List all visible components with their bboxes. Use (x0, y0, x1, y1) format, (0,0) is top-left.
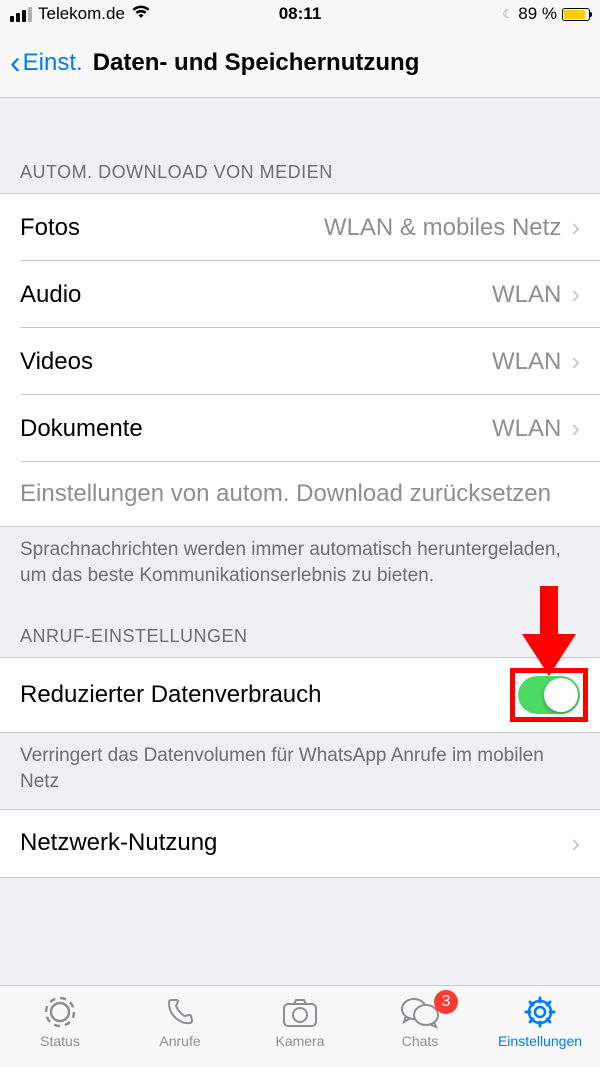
row-value: WLAN (492, 281, 561, 309)
row-label: Dokumente (20, 415, 143, 443)
tab-status[interactable]: Status (0, 994, 120, 1049)
chevron-right-icon: › (571, 413, 580, 444)
tab-chats[interactable]: 3 Chats (360, 994, 480, 1049)
tab-label: Anrufe (159, 1033, 200, 1049)
tab-einstellungen[interactable]: Einstellungen (480, 994, 600, 1049)
row-label: Reduzierter Datenverbrauch (20, 681, 322, 709)
status-right: ☾ 89 % (502, 4, 590, 24)
media-download-list: Fotos WLAN & mobiles Netz › Audio WLAN ›… (0, 193, 600, 527)
section-header-media: AUTOM. DOWNLOAD VON MEDIEN (0, 138, 600, 193)
tab-anrufe[interactable]: Anrufe (120, 994, 240, 1049)
tab-kamera[interactable]: Kamera (240, 994, 360, 1049)
battery-icon (562, 8, 590, 21)
row-reset-download[interactable]: Einstellungen von autom. Download zurück… (0, 462, 600, 526)
call-settings-list: Reduzierter Datenverbrauch (0, 657, 600, 733)
do-not-disturb-icon: ☾ (502, 7, 513, 21)
row-videos[interactable]: Videos WLAN › (0, 328, 600, 395)
chats-badge: 3 (434, 990, 458, 1014)
toggle-container (518, 676, 580, 714)
chevron-right-icon: › (571, 212, 580, 243)
back-label: Einst. (23, 49, 83, 77)
tab-label: Chats (402, 1033, 439, 1049)
row-value: WLAN (492, 415, 561, 443)
gear-icon (523, 994, 557, 1030)
row-label: Audio (20, 281, 81, 309)
wifi-icon (131, 4, 151, 24)
row-dokumente[interactable]: Dokumente WLAN › (0, 395, 600, 462)
row-label: Fotos (20, 214, 80, 242)
section-footer-calls: Verringert das Datenvolumen für WhatsApp… (0, 733, 600, 808)
back-button[interactable]: ‹ Einst. (10, 44, 83, 81)
tab-bar: Status Anrufe Kamera 3 Chats Einstellung… (0, 985, 600, 1067)
row-label: Videos (20, 348, 93, 376)
row-label: Netzwerk-Nutzung (20, 829, 217, 857)
status-left: Telekom.de (10, 4, 151, 24)
page-title: Daten- und Speichernutzung (93, 49, 420, 77)
carrier-label: Telekom.de (38, 4, 125, 24)
tab-label: Status (40, 1033, 80, 1049)
section-header-calls: ANRUF-EINSTELLUNGEN (0, 602, 600, 657)
tab-label: Einstellungen (498, 1033, 582, 1049)
row-reduced-data[interactable]: Reduzierter Datenverbrauch (0, 658, 600, 732)
chevron-right-icon: › (571, 279, 580, 310)
battery-percent: 89 % (518, 4, 557, 24)
status-icon (43, 994, 77, 1030)
row-fotos[interactable]: Fotos WLAN & mobiles Netz › (0, 194, 600, 261)
row-network-usage[interactable]: Netzwerk-Nutzung › (0, 810, 600, 877)
row-value: WLAN (492, 348, 561, 376)
status-bar: Telekom.de 08:11 ☾ 89 % (0, 0, 600, 28)
chevron-left-icon: ‹ (10, 44, 21, 81)
network-list: Netzwerk-Nutzung › (0, 809, 600, 878)
phone-icon (163, 994, 197, 1030)
navigation-bar: ‹ Einst. Daten- und Speichernutzung (0, 28, 600, 98)
row-value: WLAN & mobiles Netz (324, 214, 561, 242)
camera-icon (281, 994, 319, 1030)
chevron-right-icon: › (571, 828, 580, 859)
chevron-right-icon: › (571, 346, 580, 377)
reduced-data-toggle[interactable] (518, 676, 580, 714)
signal-icon (10, 7, 32, 22)
clock: 08:11 (279, 4, 322, 24)
reset-label: Einstellungen von autom. Download zurück… (20, 480, 551, 508)
section-footer-media: Sprachnachrichten werden immer automatis… (0, 527, 600, 602)
tab-label: Kamera (275, 1033, 324, 1049)
row-audio[interactable]: Audio WLAN › (0, 261, 600, 328)
